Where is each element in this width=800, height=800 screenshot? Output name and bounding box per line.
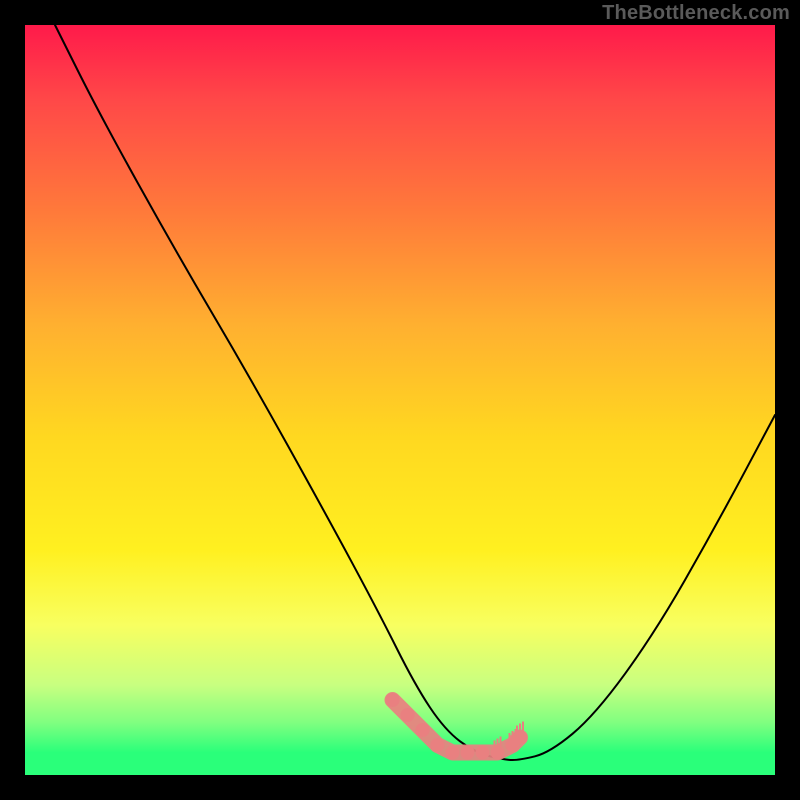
chart-band-dot	[401, 708, 415, 722]
chart-curve	[55, 25, 775, 760]
chart-band-dot	[416, 723, 430, 737]
watermark-text: TheBottleneck.com	[602, 2, 790, 25]
chart-band-dot	[461, 746, 475, 760]
chart-band-dot	[386, 693, 400, 707]
chart-band-dot	[446, 746, 460, 760]
chart-frame	[25, 25, 775, 775]
chart-svg	[25, 25, 775, 775]
chart-band-dot	[431, 738, 445, 752]
chart-band-group	[386, 693, 528, 760]
chart-band-dot	[476, 746, 490, 760]
